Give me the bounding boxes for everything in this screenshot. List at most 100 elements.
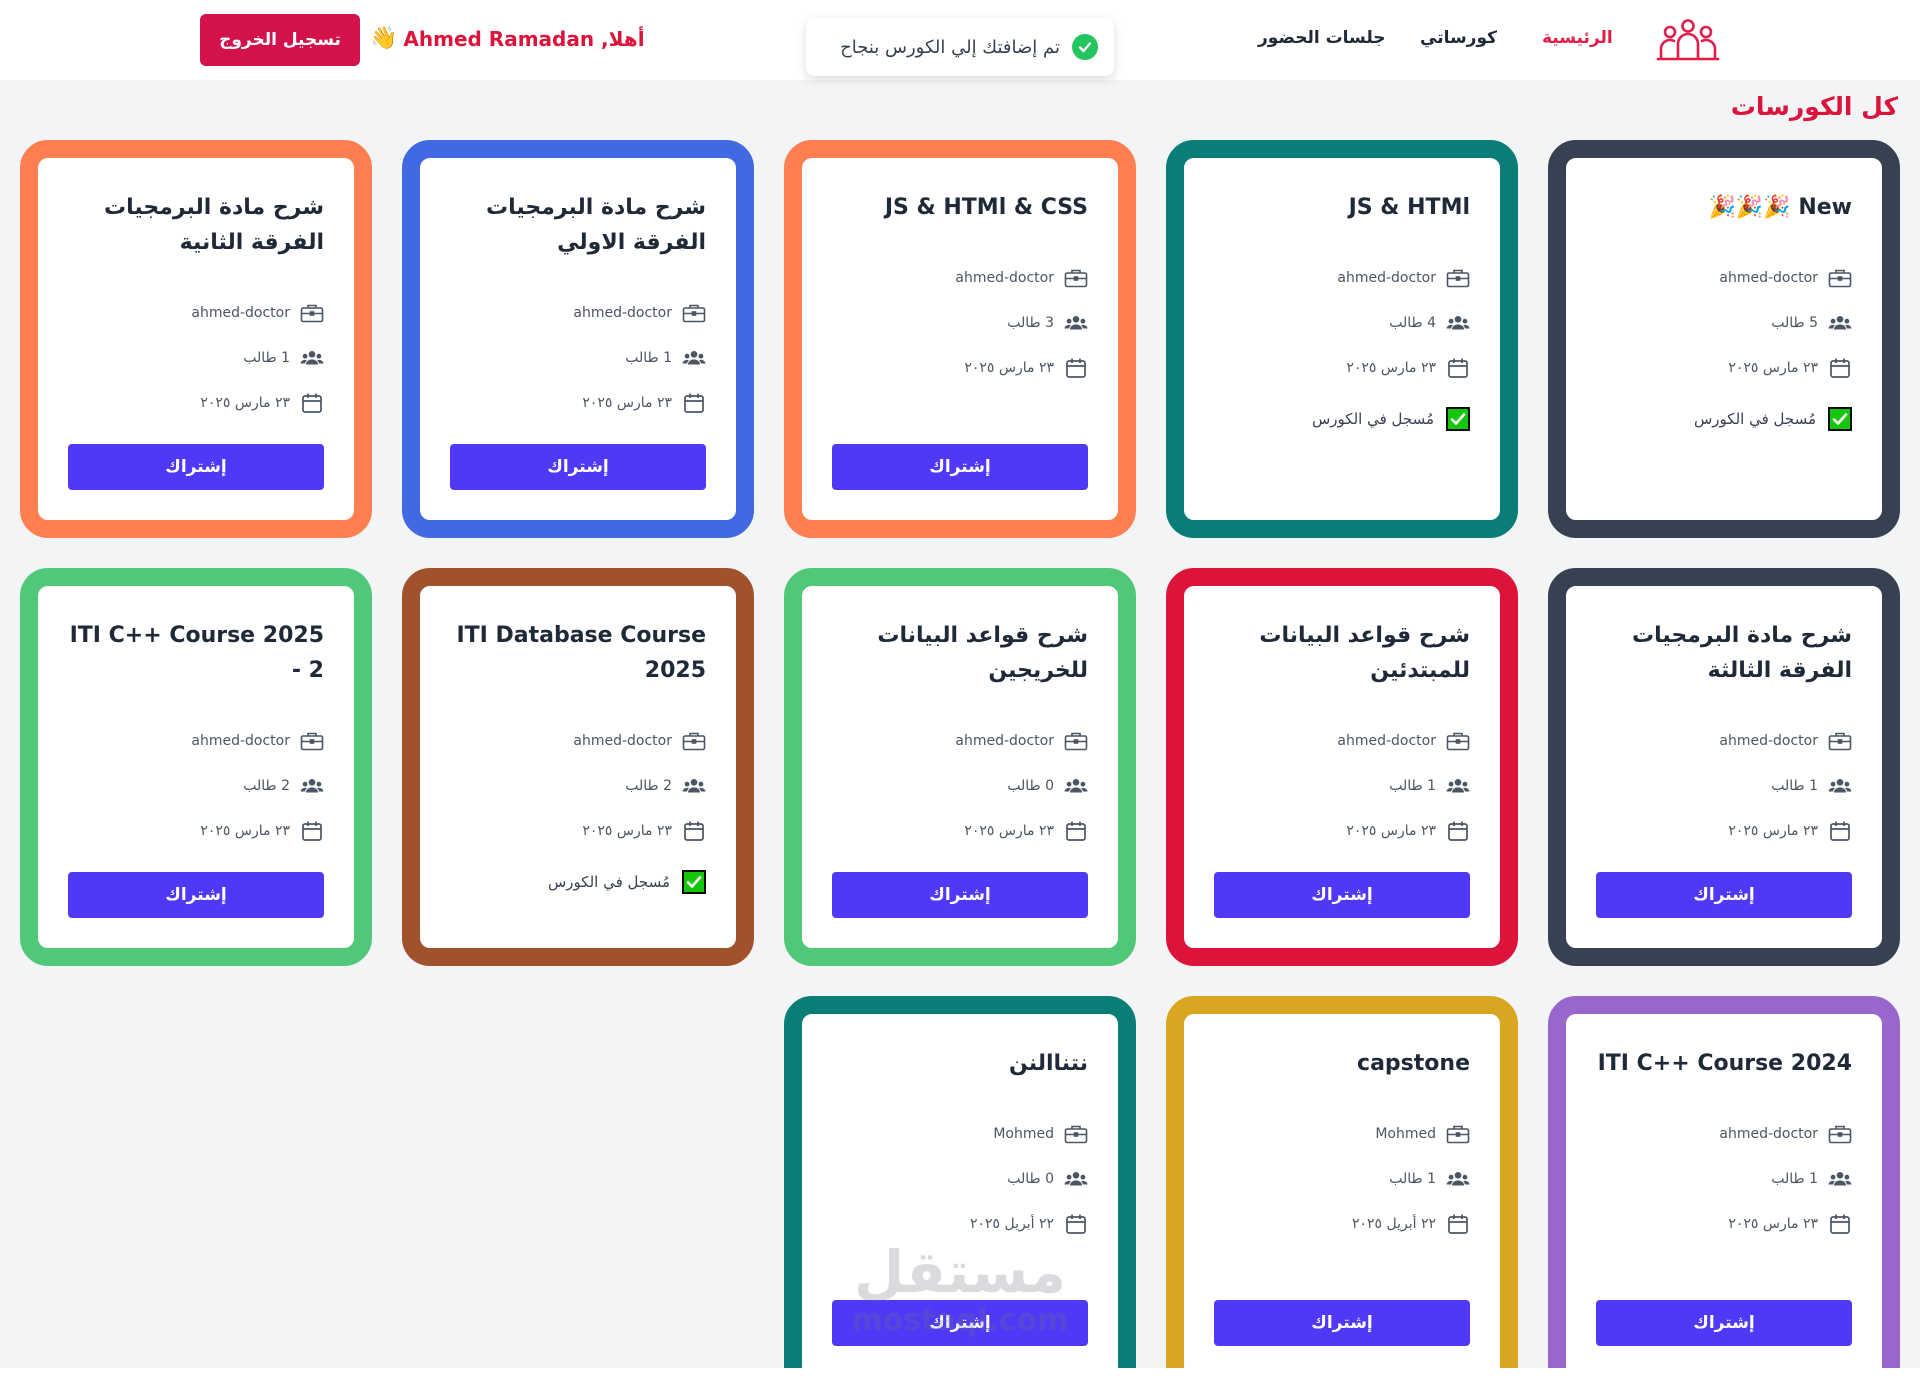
course-date: ٢٣ مارس ٢٠٢٥ bbox=[582, 822, 672, 839]
users-icon bbox=[1446, 312, 1470, 334]
course-instructor-row: ahmed-doctor bbox=[1596, 255, 1852, 300]
course-date-row: ٢٣ مارس ٢٠٢٥ bbox=[1596, 345, 1852, 390]
subscribe-button[interactable]: إشتراك bbox=[450, 444, 706, 490]
course-title: New 🎉🎉🎉 bbox=[1708, 195, 1852, 220]
course-card[interactable]: ITI C++ Course 2025 - 2 ahmed-doctor 2 طال… bbox=[20, 568, 372, 966]
course-instructor: ahmed-doctor bbox=[191, 732, 290, 749]
course-instructor: ahmed-doctor bbox=[955, 732, 1054, 749]
subscribe-button[interactable]: إشتراك bbox=[1596, 872, 1852, 918]
course-students-count: 1 طالب bbox=[1771, 1170, 1818, 1187]
briefcase-icon bbox=[1446, 730, 1470, 752]
course-title: JS & HTMl & CSS bbox=[884, 195, 1088, 220]
page-title: كل الكورسات bbox=[1730, 92, 1898, 121]
logout-button[interactable]: تسجيل الخروج bbox=[200, 14, 360, 66]
course-card-body: JS & HTMl ahmed-doctor 4 طالب ٢٣ مارس ٢٠٢٥ م… bbox=[1184, 158, 1500, 520]
course-card-body: شرح مادة البرمجيات الفرقة الاولي ahmed-do… bbox=[420, 158, 736, 520]
briefcase-icon bbox=[682, 730, 706, 752]
course-card[interactable]: شرح مادة البرمجيات الفرقة الاولي ahmed-do… bbox=[402, 140, 754, 538]
checkmark-icon bbox=[1828, 407, 1852, 431]
course-students-row: 3 طالب bbox=[832, 300, 1088, 345]
course-card[interactable]: ITI C++ Course 2024 ahmed-doctor 1 طالب ٢٣ … bbox=[1548, 996, 1900, 1378]
course-card[interactable]: شرح مادة البرمجيات الفرقة الثالثة ahmed-d… bbox=[1548, 568, 1900, 966]
course-students-count: 1 طالب bbox=[1771, 777, 1818, 794]
course-title: شرح مادة البرمجيات الفرقة الثالثة bbox=[1632, 623, 1852, 683]
check-circle-icon bbox=[1072, 34, 1098, 60]
course-date: ٢٢ أبريل ٢٠٢٥ bbox=[969, 1215, 1054, 1232]
course-card[interactable]: New 🎉🎉🎉 ahmed-doctor 5 طالب ٢٣ مارس ٢٠٢٥ مُس… bbox=[1548, 140, 1900, 538]
course-meta: Mohmed 1 طالب ٢٢ أبريل ٢٠٢٥ bbox=[1214, 1111, 1470, 1246]
course-students-row: 1 طالب bbox=[1214, 763, 1470, 808]
course-card[interactable]: ITI Database Course 2025 ahmed-doctor 2 طا… bbox=[402, 568, 754, 966]
course-date-row: ٢٣ مارس ٢٠٢٥ bbox=[1214, 345, 1470, 390]
course-date-row: ٢٣ مارس ٢٠٢٥ bbox=[450, 808, 706, 853]
course-card[interactable]: نتناالنن Mohmed 0 طالب ٢٢ أبريل ٢٠٢٥ إشتراك bbox=[784, 996, 1136, 1378]
course-students-row: 4 طالب bbox=[1214, 300, 1470, 345]
course-card[interactable]: capstone Mohmed 1 طالب ٢٢ أبريل ٢٠٢٥ إشتراك bbox=[1166, 996, 1518, 1378]
course-card-body: New 🎉🎉🎉 ahmed-doctor 5 طالب ٢٣ مارس ٢٠٢٥ مُس… bbox=[1566, 158, 1882, 520]
course-card-body: شرح مادة البرمجيات الفرقة الثالثة ahmed-d… bbox=[1566, 586, 1882, 948]
nav-my-courses-link[interactable]: كورساتي bbox=[1420, 28, 1497, 48]
course-title: JS & HTMl bbox=[1348, 195, 1470, 220]
course-instructor-row: ahmed-doctor bbox=[832, 255, 1088, 300]
course-instructor: ahmed-doctor bbox=[573, 732, 672, 749]
course-instructor: Mohmed bbox=[1375, 1125, 1436, 1142]
subscribe-button[interactable]: إشتراك bbox=[1214, 1300, 1470, 1346]
course-students-row: 1 طالب bbox=[450, 335, 706, 380]
course-title: شرح قواعد البيانات للمبتدئين bbox=[1259, 623, 1470, 683]
course-students-row: 5 طالب bbox=[1596, 300, 1852, 345]
course-card[interactable]: شرح قواعد البيانات للخريجين ahmed-doctor 0… bbox=[784, 568, 1136, 966]
course-card-body: capstone Mohmed 1 طالب ٢٢ أبريل ٢٠٢٥ إشتراك bbox=[1184, 1014, 1500, 1376]
course-date: ٢٣ مارس ٢٠٢٥ bbox=[582, 394, 672, 411]
course-students-row: 0 طالب bbox=[832, 763, 1088, 808]
course-date: ٢٣ مارس ٢٠٢٥ bbox=[964, 822, 1054, 839]
course-instructor: ahmed-doctor bbox=[1337, 732, 1436, 749]
course-instructor: ahmed-doctor bbox=[955, 269, 1054, 286]
course-date-row: ٢٣ مارس ٢٠٢٥ bbox=[1214, 808, 1470, 853]
subscribe-button[interactable]: إشتراك bbox=[1596, 1300, 1852, 1346]
course-instructor-row: ahmed-doctor bbox=[450, 290, 706, 335]
course-title: شرح قواعد البيانات للخريجين bbox=[877, 623, 1088, 683]
nav-home-link[interactable]: الرئيسية bbox=[1542, 28, 1613, 48]
course-meta: ahmed-doctor 4 طالب ٢٣ مارس ٢٠٢٥ مُسجل في ا… bbox=[1214, 255, 1470, 444]
course-instructor-row: ahmed-doctor bbox=[832, 718, 1088, 763]
enrolled-status: مُسجل في الكورس bbox=[450, 857, 706, 907]
course-title: ITI Database Course 2025 bbox=[456, 623, 706, 683]
greeting-text: أهلا, Ahmed Ramadan bbox=[403, 26, 645, 51]
course-meta: ahmed-doctor 1 طالب ٢٣ مارس ٢٠٢٥ bbox=[1214, 718, 1470, 853]
course-students-count: 4 طالب bbox=[1389, 314, 1436, 331]
subscribe-button[interactable]: إشتراك bbox=[832, 1300, 1088, 1346]
course-date-row: ٢٣ مارس ٢٠٢٥ bbox=[68, 808, 324, 853]
course-instructor: ahmed-doctor bbox=[1337, 269, 1436, 286]
app-logo-icon[interactable] bbox=[1656, 18, 1720, 62]
course-card-body: شرح مادة البرمجيات الفرقة الثانية ahmed-d… bbox=[38, 158, 354, 520]
subscribe-button[interactable]: إشتراك bbox=[832, 444, 1088, 490]
course-date: ٢٣ مارس ٢٠٢٥ bbox=[1346, 359, 1436, 376]
calendar-icon bbox=[1064, 820, 1088, 842]
course-instructor: ahmed-doctor bbox=[1719, 1125, 1818, 1142]
course-card[interactable]: JS & HTMl ahmed-doctor 4 طالب ٢٣ مارس ٢٠٢٥ م… bbox=[1166, 140, 1518, 538]
subscribe-button[interactable]: إشتراك bbox=[68, 872, 324, 918]
course-card[interactable]: شرح مادة البرمجيات الفرقة الثانية ahmed-d… bbox=[20, 140, 372, 538]
subscribe-button[interactable]: إشتراك bbox=[1214, 872, 1470, 918]
enrolled-label: مُسجل في الكورس bbox=[1694, 410, 1816, 428]
course-title: شرح مادة البرمجيات الفرقة الثانية bbox=[104, 195, 324, 255]
course-students-count: 3 طالب bbox=[1007, 314, 1054, 331]
course-instructor: ahmed-doctor bbox=[573, 304, 672, 321]
course-meta: Mohmed 0 طالب ٢٢ أبريل ٢٠٢٥ bbox=[832, 1111, 1088, 1246]
course-date: ٢٣ مارس ٢٠٢٥ bbox=[964, 359, 1054, 376]
enrolled-label: مُسجل في الكورس bbox=[1312, 410, 1434, 428]
nav-attendance-link[interactable]: جلسات الحضور bbox=[1258, 28, 1386, 48]
subscribe-button[interactable]: إشتراك bbox=[68, 444, 324, 490]
checkmark-icon bbox=[682, 870, 706, 894]
course-card[interactable]: شرح قواعد البيانات للمبتدئين ahmed-doctor… bbox=[1166, 568, 1518, 966]
enrolled-status: مُسجل في الكورس bbox=[1596, 394, 1852, 444]
course-date-row: ٢٣ مارس ٢٠٢٥ bbox=[832, 808, 1088, 853]
users-icon bbox=[1828, 775, 1852, 797]
users-icon bbox=[1446, 1168, 1470, 1190]
subscribe-button[interactable]: إشتراك bbox=[832, 872, 1088, 918]
course-instructor: ahmed-doctor bbox=[191, 304, 290, 321]
course-students-count: 0 طالب bbox=[1007, 777, 1054, 794]
course-date-row: ٢٢ أبريل ٢٠٢٥ bbox=[832, 1201, 1088, 1246]
course-card[interactable]: JS & HTMl & CSS ahmed-doctor 3 طالب ٢٣ مارس… bbox=[784, 140, 1136, 538]
calendar-icon bbox=[1828, 357, 1852, 379]
